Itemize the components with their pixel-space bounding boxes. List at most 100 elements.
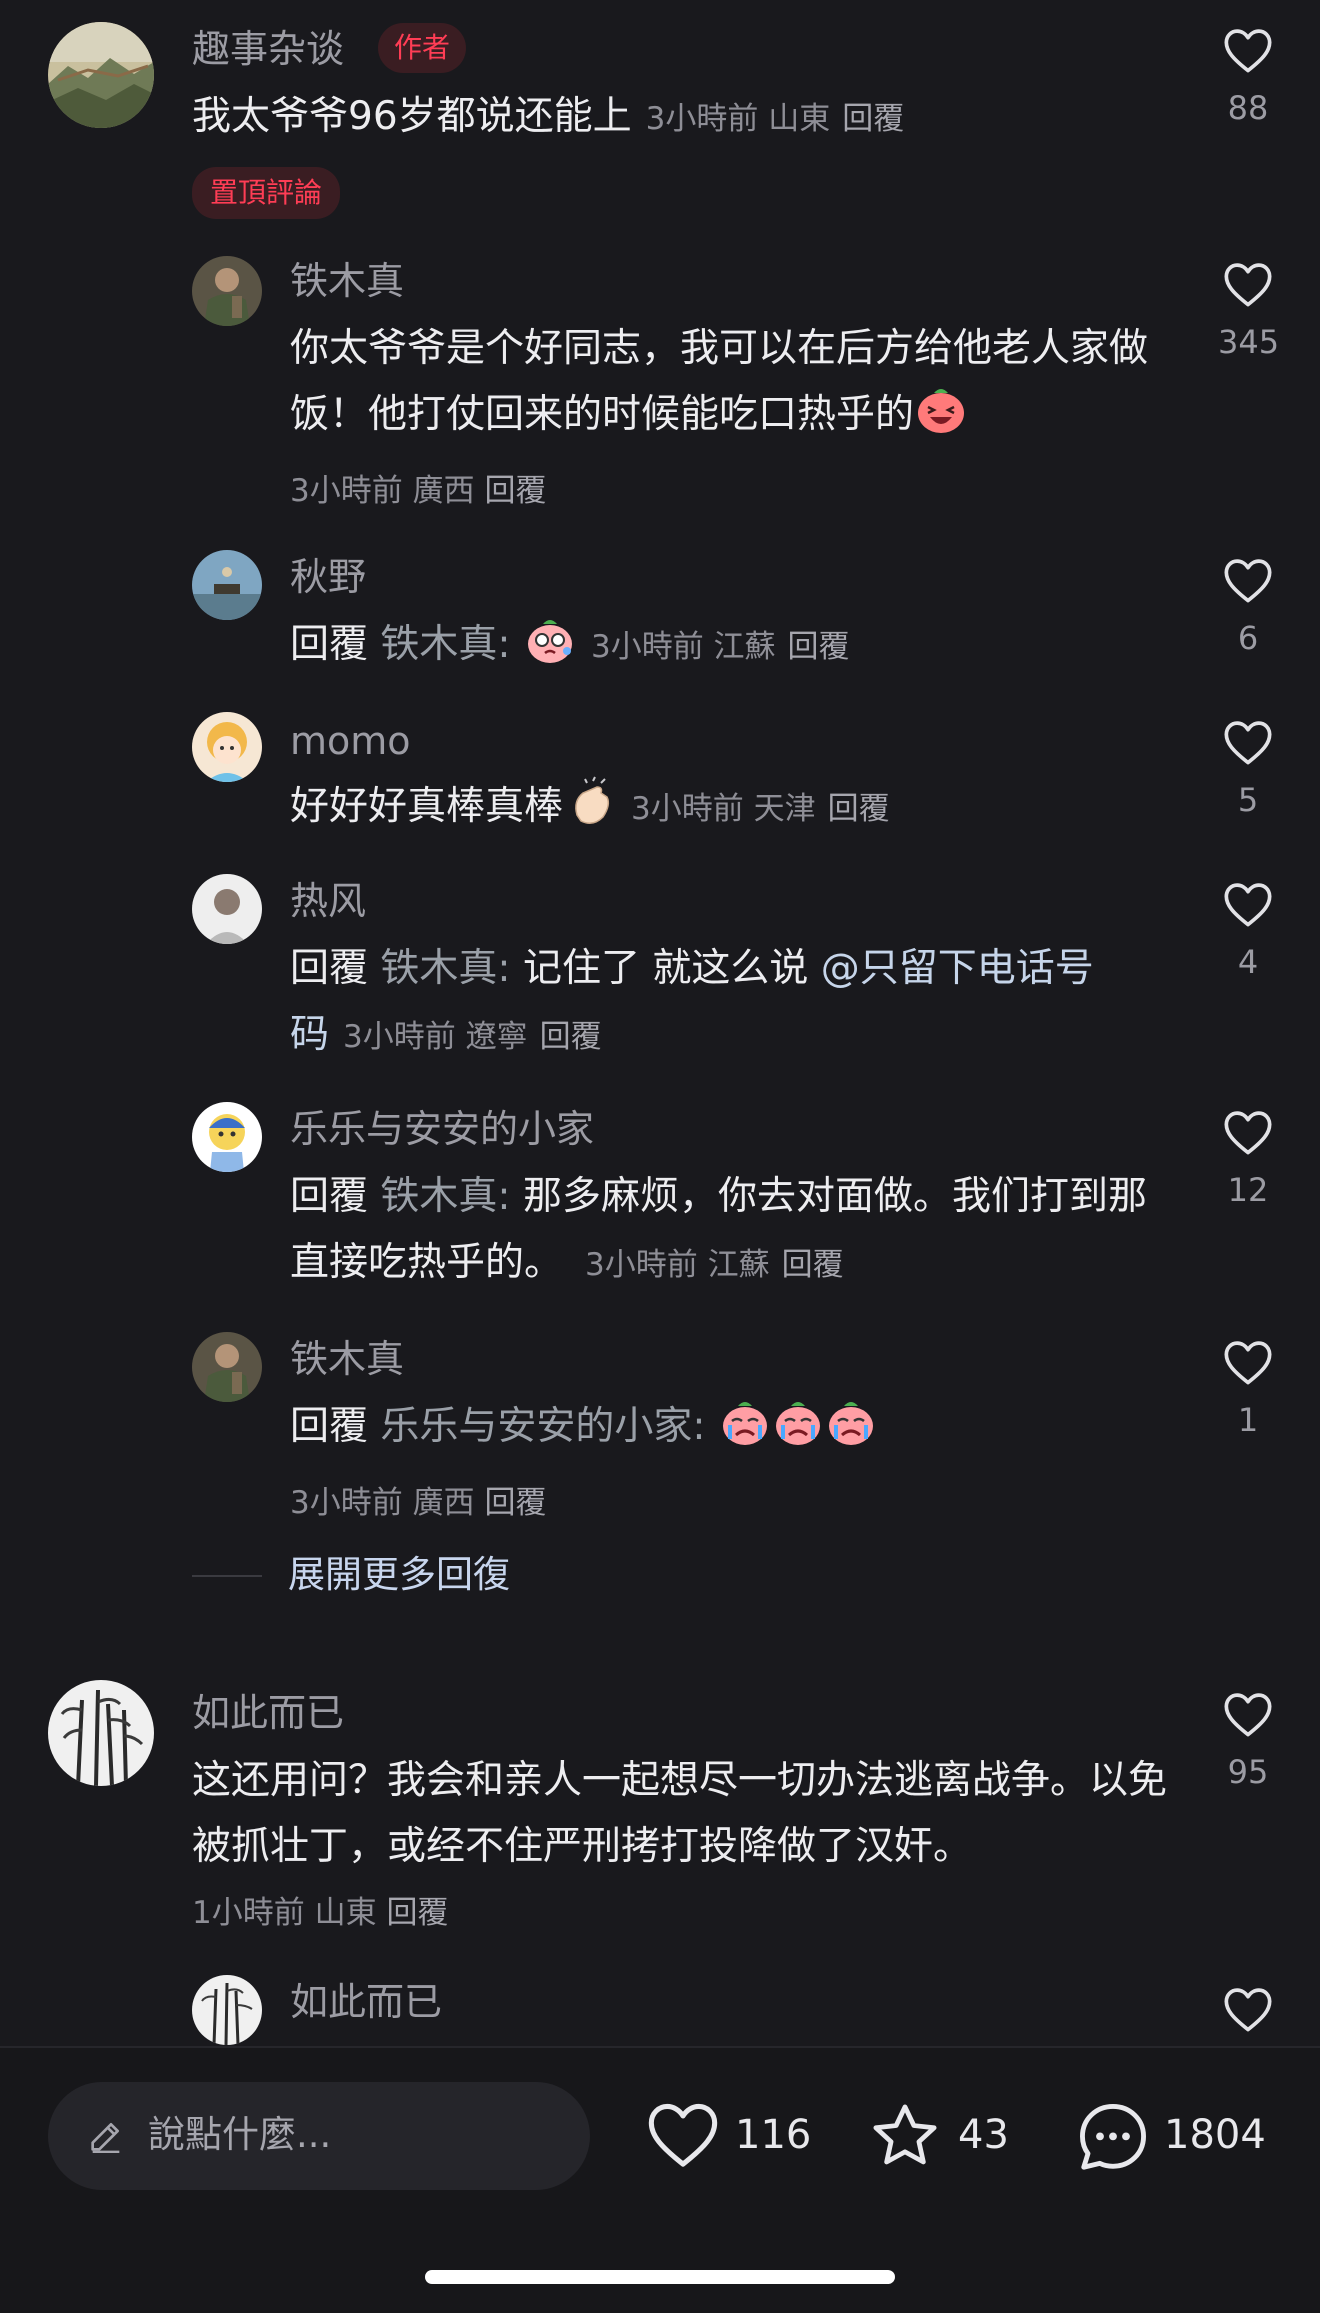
like-count: 5 [1237,781,1259,819]
mention-user[interactable]: 乐乐与安安的小家: [380,1404,705,1449]
comments-button[interactable]: 1804 [1074,2098,1274,2174]
avatar[interactable] [48,1680,154,1786]
like-count: 6 [1237,619,1259,657]
comment-text: 你太爷爷是个好同志，我可以在后方给他老人家做饭！他打仗回来的时候能吃口热乎的 3… [290,316,1150,524]
like-button[interactable]: 95 [1218,1690,1278,1792]
like-button[interactable]: 5 [1218,718,1278,820]
like-button[interactable]: 6 [1218,556,1278,658]
like-count: 88 [1227,89,1269,127]
comment-text: 回覆 铁木真: 3小時前 江蘇 回覆 [290,612,1150,688]
like-button[interactable]: 12 [1218,1108,1278,1210]
favorite-button[interactable]: 43 [866,2098,1016,2174]
comment-text: 我太爷爷96岁都说还能上 3小時前 山東 回覆 [192,84,1192,152]
reply-comment: 如此而已 [0,1975,1320,2045]
username[interactable]: 乐乐与安安的小家 [290,1104,594,1154]
reply-link[interactable]: 回覆 [828,791,890,827]
pinned-badge: 置頂評論 [192,167,341,219]
home-indicator[interactable] [425,2270,895,2284]
comment-meta-line: 1小時前 山東 回覆 [192,1880,1182,1946]
comment-meta: 3小時前 江蘇 [585,1247,770,1283]
laugh-emoji-icon [914,383,968,458]
avatar[interactable] [192,874,262,944]
username[interactable]: 趣事杂谈 [192,24,344,74]
avatar[interactable] [48,22,154,128]
like-video-button[interactable]: 116 [645,2098,811,2174]
comment-body: 你太爷爷是个好同志，我可以在后方给他老人家做饭！他打仗回来的时候能吃口热乎的 [290,326,1149,437]
like-count: 12 [1227,1171,1269,1209]
at-mention-link[interactable]: @只留下电话号 [821,946,1094,991]
heart-icon [1224,263,1272,307]
clap-emoji-icon [563,775,617,850]
author-badge: 作者 [378,23,467,73]
expand-more-replies[interactable]: 展開更多回復 [192,1545,692,1605]
mention-user[interactable]: 铁木真: [380,622,510,667]
avatar[interactable] [192,1332,262,1402]
like-button[interactable]: 88 [1218,26,1278,128]
reply-link[interactable]: 回覆 [788,629,850,665]
like-button[interactable] [1218,1985,1278,2033]
comment-text: 这还用问？我会和亲人一起想尽一切办法逃离战争。以免被抓壮丁，或经不住严刑拷打投降… [192,1748,1182,1946]
shy-emoji-icon [523,613,577,688]
reply-link[interactable]: 回覆 [842,101,904,137]
avatar[interactable] [192,712,262,782]
avatar[interactable] [192,550,262,620]
comment-meta: 1小時前 山東 [192,1895,377,1931]
username[interactable]: 如此而已 [290,1977,442,2027]
comment-meta-line: 3小時前 廣西 回覆 [290,1470,1150,1536]
heart-icon [1224,29,1272,73]
username[interactable]: 热风 [290,876,366,926]
reply-link[interactable]: 回覆 [484,473,546,509]
heart-icon [1224,1988,1272,2032]
reply-prefix: 回覆 [290,622,369,667]
reply-prefix: 回覆 [290,1404,369,1449]
username[interactable]: 秋野 [290,552,366,602]
comment-text: 好好好真棒真棒 3小時前 天津 回覆 [290,774,1150,850]
comment-body: 好好好真棒真棒 [290,784,564,829]
comment-text: 回覆 铁木真: 记住了 就这么说 @只留下电话号码 3小時前 遼寧 回覆 [290,936,1150,1070]
mention-user[interactable]: 铁木真: [380,946,510,991]
at-mention-link-cont[interactable]: 码 [290,1012,329,1057]
expand-more-label[interactable]: 展開更多回復 [288,1551,510,1599]
like-button[interactable]: 1 [1218,1338,1278,1440]
username[interactable]: 如此而已 [192,1688,344,1738]
comment-meta: 3小時前 廣西 [290,1485,475,1521]
username[interactable]: momo [290,716,411,766]
reply-link[interactable]: 回覆 [484,1485,546,1521]
cry-emoji-icon [718,1395,878,1470]
comment-count: 1804 [1164,2112,1266,2158]
comment-sheet: 趣事杂谈 作者 我太爷爷96岁都说还能上 3小時前 山東 回覆 置頂評論 88 铁木… [0,0,1320,2313]
comment-meta: 3小時前 廣西 [290,473,475,509]
comment-bubble-icon [1080,2104,1146,2170]
reply-link[interactable]: 回覆 [540,1019,602,1055]
avatar[interactable] [192,1975,262,2045]
heart-icon [1224,1111,1272,1155]
reply-prefix: 回覆 [290,1174,369,1219]
comment-text: 回覆 乐乐与安安的小家: 3小時前 廣西 回覆 [290,1394,1150,1536]
mention-user[interactable]: 铁木真: [380,1174,510,1219]
comment-meta: 3小時前 山東 [645,101,831,137]
comment-meta-line: 3小時前 廣西 回覆 [290,458,1150,524]
reply-link[interactable]: 回覆 [782,1247,844,1283]
like-count: 95 [1227,1753,1269,1791]
like-count: 345 [1218,323,1280,361]
comment-body: 我太爷爷96岁都说还能上 [192,94,632,139]
reply-prefix: 回覆 [290,946,369,991]
avatar[interactable] [192,1102,262,1172]
heart-icon [1224,1693,1272,1737]
username[interactable]: 铁木真 [290,256,404,306]
reply-link[interactable]: 回覆 [386,1895,448,1931]
star-icon [873,2104,937,2165]
heart-icon [1224,721,1272,765]
username[interactable]: 铁木真 [290,1334,404,1384]
avatar[interactable] [192,256,262,326]
like-button[interactable]: 345 [1218,260,1280,362]
comment-input[interactable]: 說點什麼... [48,2082,590,2190]
heart-icon [1224,1341,1272,1385]
like-button[interactable]: 4 [1218,880,1278,982]
comment-meta: 3小時前 江蘇 [590,629,776,665]
comment-body: 记住了 就这么说 [522,946,821,991]
divider [192,1575,262,1577]
heart-icon [1224,559,1272,603]
comment-input-placeholder[interactable]: 說點什麼... [148,2110,331,2160]
comment-meta: 3小時前 天津 [631,791,816,827]
